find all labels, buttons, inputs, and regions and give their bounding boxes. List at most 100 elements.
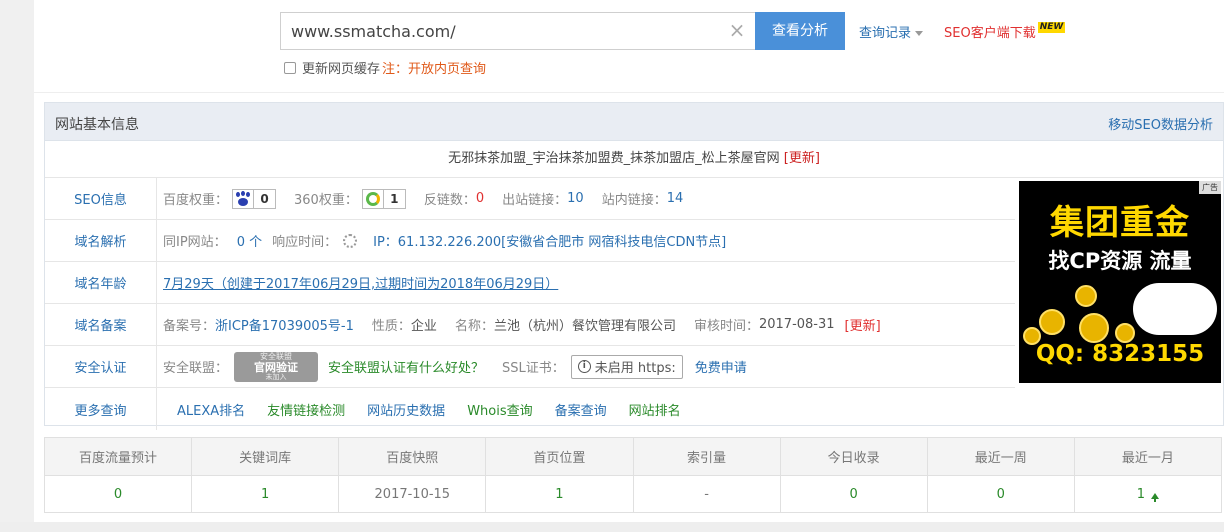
update-cache-checkbox[interactable]: [284, 61, 296, 74]
panel-title: 网站基本信息: [55, 117, 139, 133]
so360-icon: [363, 190, 383, 208]
index-count-value: -: [634, 476, 781, 513]
site-title: 无邪抹茶加盟_宇治抹茶加盟费_抹茶加盟店_松上茶屋官网: [448, 151, 780, 166]
ad-banner[interactable]: 广告 集团重金 找CP资源 流量 QQ: 8323155: [1019, 181, 1221, 383]
site-title-row: 无邪抹茶加盟_宇治抹茶加盟费_抹茶加盟店_松上茶屋官网 [更新]: [45, 141, 1223, 178]
cache-option: 更新网页缓存 注：开放内页查询: [284, 58, 486, 77]
last-month-cell[interactable]: 1: [1075, 476, 1221, 513]
security-body: 安全联盟： 安全联盟 官网验证 未加入 安全联盟认证有什么好处？ SSL证书： …: [157, 351, 747, 382]
domain-age-label[interactable]: 域名年龄: [45, 262, 157, 303]
ad-subline: 找CP资源 流量: [1048, 249, 1192, 273]
stats-header-cell: 百度快照: [339, 438, 487, 475]
free-apply-link[interactable]: 免费申请: [695, 357, 747, 376]
query-history-dropdown[interactable]: 查询记录: [859, 22, 924, 41]
icp-number-link[interactable]: 浙ICP备17039005号-1: [215, 315, 354, 334]
ssl-label: SSL证书：: [502, 361, 565, 376]
weight360-value: 1: [382, 189, 405, 208]
url-search-box[interactable]: ×: [280, 12, 756, 50]
domain-age-body: 7月29天（创建于2017年06月29日,过期时间为2018年06月29日）: [157, 273, 558, 292]
security-label[interactable]: 安全认证: [45, 346, 157, 387]
stats-header-cell: 关键词库: [192, 438, 340, 475]
baidu-weight-label: 百度权重：: [163, 193, 229, 208]
friend-link-check-link[interactable]: 友情链接检测: [267, 400, 345, 419]
ssl-status-badge[interactable]: i 未启用 https:: [570, 354, 683, 379]
info-icon: i: [577, 360, 591, 373]
icp-nature-label: 性质：: [371, 319, 411, 334]
last-month-value: 1: [1136, 487, 1146, 502]
alexa-rank-link[interactable]: ALEXA排名: [177, 400, 245, 419]
more-query-label[interactable]: 更多查询: [45, 388, 157, 430]
weight360-badge[interactable]: 1: [361, 188, 406, 209]
last-week-value[interactable]: 0: [928, 476, 1075, 513]
page: × 查看分析 查询记录 SEO客户端下载NEW 更新网页缓存 注：开放内页查询 …: [34, 0, 1224, 532]
arrow-up-icon: [1151, 492, 1160, 502]
alliance-benefit-link[interactable]: 安全联盟认证有什么好处？: [328, 357, 484, 376]
domain-age-row: 域名年龄 7月29天（创建于2017年06月29日,过期时间为2018年06月2…: [45, 262, 1015, 304]
backlinks-label: 反链数：: [423, 193, 476, 208]
alliance-label: 安全联盟：: [163, 361, 229, 376]
stats-value-row: 0 1 2017-10-15 1 - 0 0 1: [45, 476, 1221, 513]
same-ip-value[interactable]: 0 个: [237, 231, 262, 250]
outlinks-value[interactable]: 10: [567, 191, 584, 206]
icp-refresh-link[interactable]: [更新]: [845, 315, 881, 334]
icp-nature-value: 企业: [410, 319, 437, 334]
homepage-position-value: 1: [486, 476, 634, 513]
more-query-links: ALEXA排名 友情链接检测 网站历史数据 Whois查询 备案查询 网站排名: [157, 400, 703, 419]
inlinks-label: 站内链接：: [601, 193, 667, 208]
icp-audit-date: 2017-08-31: [758, 317, 835, 332]
dns-label[interactable]: 域名解析: [45, 220, 157, 261]
mobile-seo-link[interactable]: 移动SEO数据分析: [1108, 114, 1213, 133]
inlinks-value[interactable]: 14: [667, 191, 684, 206]
icp-label[interactable]: 域名备案: [45, 304, 157, 345]
backlinks-value[interactable]: 0: [476, 191, 484, 206]
stats-header-cell: 最近一周: [928, 438, 1075, 475]
seal-main-text: 官网验证: [254, 360, 299, 374]
ip-info-link[interactable]: IP：61.132.226.200[安徽省合肥市 网宿科技电信CDN节点]: [373, 231, 726, 250]
ssl-status-text: 未启用 https:: [594, 361, 676, 376]
baidu-traffic-value: 0: [45, 476, 193, 513]
ad-tag: 广告: [1199, 181, 1221, 194]
seo-info-body: 百度权重： 0 360权重： 1 反链数： 0 出站链接： 10 站内链接： 1…: [157, 188, 684, 209]
alliance-seal-icon[interactable]: 安全联盟 官网验证 未加入: [234, 351, 319, 382]
cache-note: 注：开放内页查询: [382, 62, 487, 77]
baidu-weight-badge[interactable]: 0: [232, 188, 277, 209]
page-bottom-bar: [0, 522, 1224, 532]
seal-bottom-text: 未加入: [265, 372, 287, 381]
caret-down-icon: [915, 31, 924, 36]
icp-query-link[interactable]: 备案查询: [555, 400, 607, 419]
analyze-button[interactable]: 查看分析: [755, 12, 845, 50]
loading-spinner-icon: [343, 233, 358, 248]
icp-name-label: 名称：: [454, 319, 494, 334]
divider: [34, 92, 1224, 93]
seo-info-label[interactable]: SEO信息: [45, 178, 157, 219]
icp-number-label: 备案号：: [163, 319, 216, 334]
url-input[interactable]: [281, 13, 721, 49]
baidu-weight-value: 0: [253, 189, 276, 208]
whois-link[interactable]: Whois查询: [467, 400, 532, 419]
domain-age-link[interactable]: 7月29天（创建于2017年06月29日,过期时间为2018年06月29日）: [163, 273, 558, 292]
response-time-label: 响应时间：: [272, 235, 338, 250]
today-indexed-value[interactable]: 0: [781, 476, 928, 513]
stats-header-cell: 今日收录: [781, 438, 928, 475]
more-query-row: 更多查询 ALEXA排名 友情链接检测 网站历史数据 Whois查询 备案查询 …: [45, 388, 1015, 430]
icp-body: 备案号： 浙ICP备17039005号-1 性质： 企业 名称： 兰池（杭州）餐…: [157, 315, 881, 334]
site-rank-link[interactable]: 网站排名: [629, 400, 681, 419]
stats-header-cell: 首页位置: [486, 438, 634, 475]
site-title-refresh-link[interactable]: [更新]: [784, 151, 820, 166]
panel-header: 网站基本信息 移动SEO数据分析: [45, 103, 1223, 141]
new-badge: NEW: [1037, 22, 1066, 33]
seo-info-row: SEO信息 百度权重： 0 360权重： 1 反链数： 0 出站链接： 10 站…: [45, 178, 1015, 220]
icp-audit-label: 审核时间：: [693, 319, 759, 334]
dns-row: 域名解析 同IP网站： 0 个 响应时间： IP：61.132.226.200[…: [45, 220, 1015, 262]
clear-icon[interactable]: ×: [727, 20, 747, 40]
dns-body: 同IP网站： 0 个 响应时间： IP：61.132.226.200[安徽省合肥…: [157, 231, 726, 250]
site-history-link[interactable]: 网站历史数据: [367, 400, 445, 419]
keyword-count-value[interactable]: 1: [192, 476, 340, 513]
update-cache-label[interactable]: 更新网页缓存: [302, 58, 380, 77]
seo-client-download-link[interactable]: SEO客户端下载 NEW: [944, 22, 1066, 41]
speech-cloud-icon: [1133, 283, 1217, 335]
icp-name-value: 兰池（杭州）餐饮管理有限公司: [493, 319, 676, 334]
stats-header-row: 百度流量预计 关键词库 百度快照 首页位置 索引量 今日收录 最近一周 最近一月: [45, 438, 1221, 476]
outlinks-label: 出站链接：: [502, 193, 568, 208]
site-info-panel: 网站基本信息 移动SEO数据分析 无邪抹茶加盟_宇治抹茶加盟费_抹茶加盟店_松上…: [44, 102, 1224, 430]
